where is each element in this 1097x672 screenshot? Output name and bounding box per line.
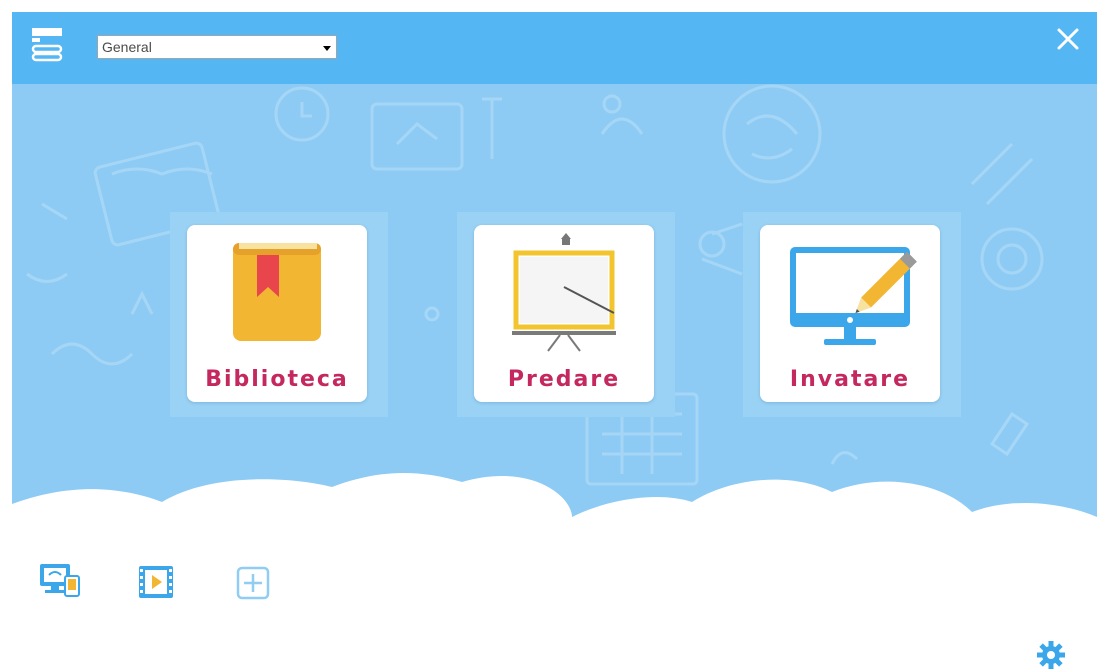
app-window: General Biblioteca Predare Invatare: [12, 12, 1097, 672]
app-logo-icon: [30, 26, 64, 62]
gear-icon: [1037, 641, 1065, 669]
screen-share-button[interactable]: [39, 562, 81, 605]
settings-button[interactable]: [1036, 640, 1066, 672]
add-icon: [236, 566, 270, 600]
monitor-pencil-icon: [790, 247, 917, 345]
screen-share-icon: [40, 564, 80, 597]
tile-invatare-wrapper: Invatare: [743, 212, 961, 417]
video-play-icon: [139, 566, 173, 598]
close-icon: [1057, 28, 1079, 50]
tile-predare-wrapper: Predare: [457, 212, 675, 417]
presentation-board-icon: [512, 233, 616, 352]
book-icon: [233, 243, 321, 341]
profile-select[interactable]: General: [97, 35, 337, 59]
add-button[interactable]: [236, 566, 270, 605]
tile-label-biblioteca: Biblioteca: [205, 367, 349, 392]
video-button[interactable]: [138, 565, 174, 604]
title-bar: General: [12, 12, 1097, 84]
tile-label-invatare: Invatare: [789, 367, 911, 392]
profile-select-value: General: [102, 39, 152, 55]
cloud-footer: [12, 472, 1097, 672]
tile-invatare[interactable]: Invatare: [760, 225, 940, 402]
close-button[interactable]: [1055, 26, 1081, 52]
tile-biblioteca-wrapper: Biblioteca: [170, 212, 388, 417]
tile-label-predare: Predare: [507, 367, 621, 392]
tile-biblioteca[interactable]: Biblioteca: [187, 225, 367, 402]
tile-predare[interactable]: Predare: [474, 225, 654, 402]
chevron-down-icon: [321, 41, 333, 53]
